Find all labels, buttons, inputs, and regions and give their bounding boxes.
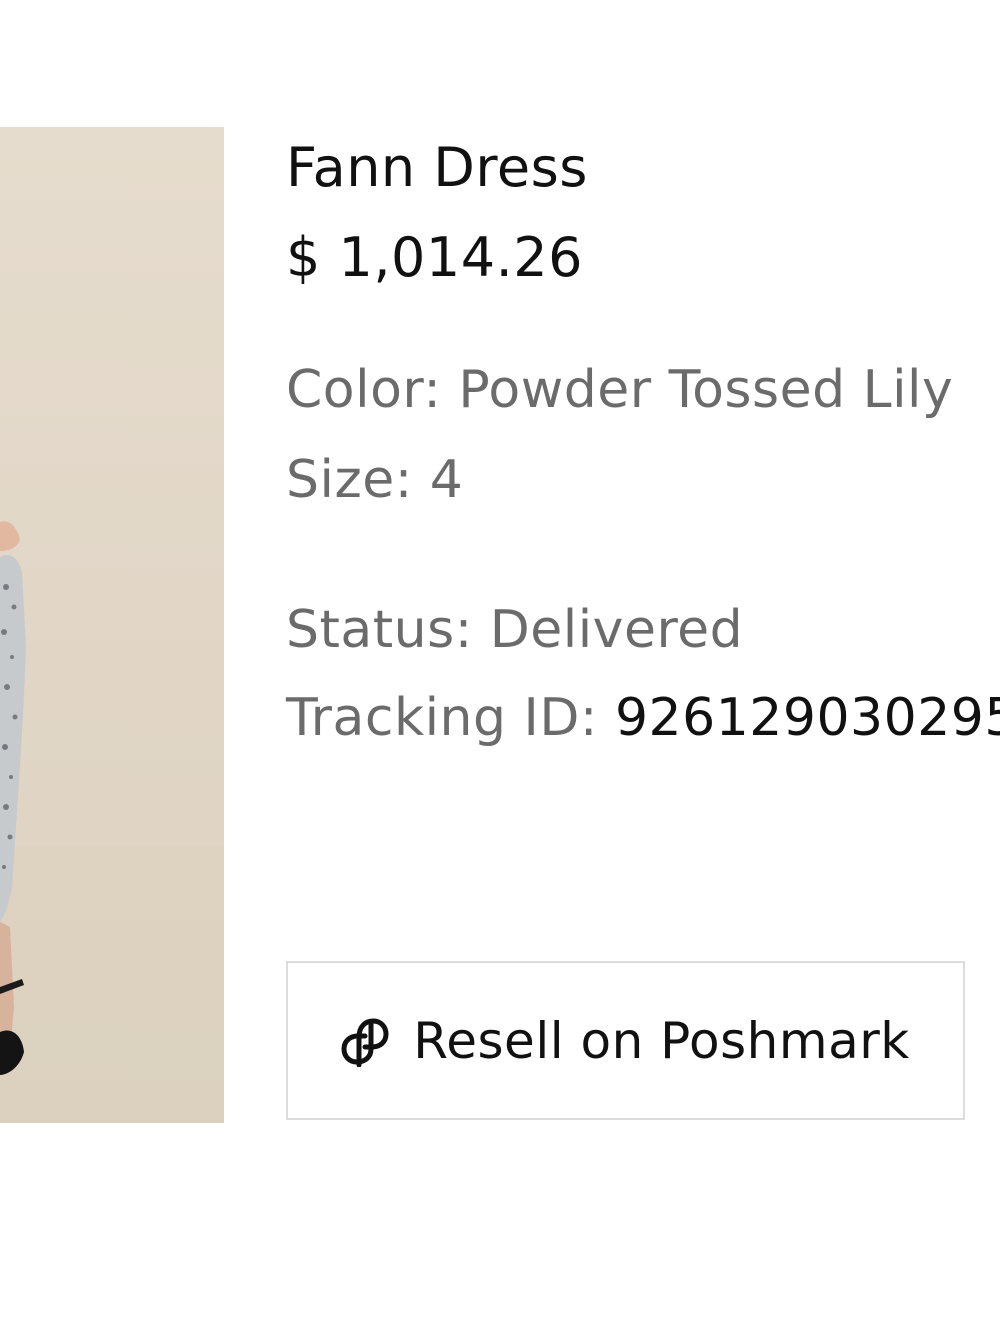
resell-button-label: Resell on Poshmark (413, 1011, 910, 1070)
size-row: Size: 4 (286, 450, 463, 510)
product-price: $ 1,014.26 (286, 226, 583, 289)
size-label: Size: (286, 450, 430, 510)
status-label: Status: (286, 600, 490, 660)
product-photo-illustration (0, 521, 224, 1123)
tracking-row: Tracking ID: 926129030295 (286, 688, 1000, 748)
tracking-id[interactable]: 926129030295 (615, 688, 1000, 748)
status-row: Status: Delivered (286, 600, 743, 660)
color-label: Color: (286, 360, 459, 420)
order-item-details: Fann Dress $ 1,014.26 Color: Powder Toss… (286, 0, 1000, 1333)
poshmark-icon (341, 1018, 389, 1067)
tracking-label: Tracking ID: (286, 688, 615, 748)
color-value: Powder Tossed Lily (458, 360, 954, 420)
product-title: Fann Dress (286, 136, 588, 199)
size-value: 4 (429, 450, 464, 510)
resell-on-poshmark-button[interactable]: Resell on Poshmark (286, 961, 965, 1120)
resell-button-content: Resell on Poshmark (341, 1012, 909, 1070)
color-row: Color: Powder Tossed Lily (286, 360, 953, 420)
product-image[interactable] (0, 127, 224, 1123)
status-value: Delivered (489, 600, 744, 660)
